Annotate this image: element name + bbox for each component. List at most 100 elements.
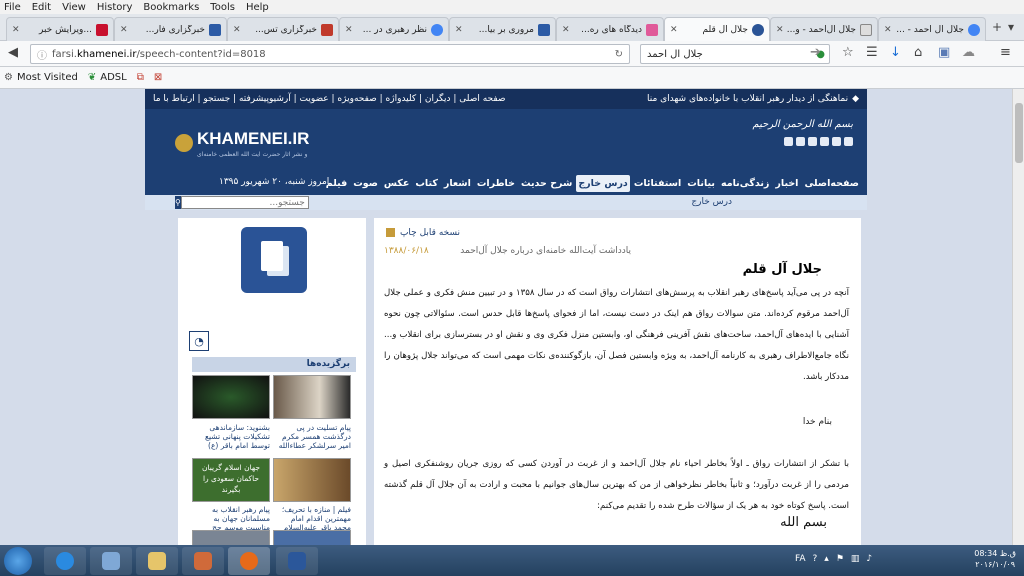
article-date: ۱۳۸۸/۰۶/۱۸ — [384, 246, 429, 256]
nav-news[interactable]: اخبار — [773, 175, 800, 192]
mobile-icon[interactable] — [808, 137, 817, 146]
close-icon[interactable]: ✕ — [776, 25, 784, 35]
tab-1[interactable]: ...ویرایش خبر ✕ — [6, 17, 114, 41]
clock[interactable]: 08:34 ق.ظ ۲۰۱۶/۱۰/۰۹ — [974, 548, 1016, 570]
reload-icon[interactable]: ↻ — [615, 49, 623, 60]
volume-icon[interactable]: ♪ — [866, 554, 872, 564]
document-icon — [241, 227, 307, 293]
featured-caption-3[interactable]: فیلم | منازه با تحریف؛ مهمترین اقدام اما… — [273, 505, 351, 533]
rss-feed-icon[interactable]: ◔ — [189, 331, 209, 351]
close-icon[interactable]: ✕ — [884, 25, 892, 35]
menu-view[interactable]: View — [62, 2, 86, 13]
taskbar-app[interactable] — [182, 547, 224, 575]
tab-6[interactable]: دیدگاه های ره... ✕ — [556, 17, 664, 41]
nav-home[interactable]: صفحه‌اصلی — [802, 175, 861, 192]
nav-photo[interactable]: عکس — [382, 175, 411, 192]
nav-estefta[interactable]: استفتائات — [632, 175, 683, 192]
tab-8[interactable]: جلال آل‌احمد - و... ✕ — [770, 17, 878, 41]
url-bar[interactable]: ⓘ farsi. khamenei.ir/speech-content?id=80… — [30, 44, 630, 64]
nav-hadith[interactable]: شرح حدیث — [519, 175, 574, 192]
taskbar-explorer[interactable] — [136, 547, 178, 575]
flag-icon[interactable]: ⚑ — [836, 554, 844, 564]
menu-bookmarks[interactable]: Bookmarks — [143, 2, 199, 13]
search-box[interactable]: جلال ال احمد ● — [640, 44, 830, 64]
nav-memoirs[interactable]: خاطرات — [475, 175, 517, 192]
start-button[interactable] — [4, 547, 32, 575]
tab-3[interactable]: خبرگزاری تس... ✕ — [227, 17, 339, 41]
close-icon[interactable]: ✕ — [670, 25, 678, 35]
language-indicator[interactable]: FA — [795, 554, 806, 564]
download-icon[interactable]: ↓ — [890, 45, 901, 60]
printer-icon[interactable] — [386, 228, 395, 237]
bookmark-icon-2[interactable]: ⊠ — [154, 72, 162, 83]
taskbar-ie[interactable] — [44, 547, 86, 575]
close-icon[interactable]: ✕ — [120, 25, 128, 35]
featured-caption-2[interactable]: بشنوید: سازماندهی تشکیلات پنهانی تشیع تو… — [192, 423, 270, 451]
menu-hamburger-icon[interactable]: ≡ — [1000, 45, 1011, 60]
rss-icon[interactable] — [820, 137, 829, 146]
taskbar-media[interactable] — [90, 547, 132, 575]
featured-caption-1[interactable]: پیام تسلیت در پی درگذشت همسر مکرم امیر س… — [273, 423, 351, 451]
close-icon[interactable]: ✕ — [12, 25, 20, 35]
tab-5[interactable]: مروری بر بیا... ✕ — [449, 17, 556, 41]
menu-history[interactable]: History — [97, 2, 133, 13]
featured-thumb-3[interactable] — [273, 458, 351, 502]
search-go-icon[interactable]: ➔ — [810, 45, 821, 60]
print-link[interactable]: نسخه قابل چاپ — [400, 228, 460, 238]
nav-film[interactable]: فیلم — [324, 175, 349, 192]
tab-title: خبرگزاری فار... — [145, 24, 205, 35]
network-icon[interactable]: ▥ — [851, 554, 860, 564]
tab-list-icon[interactable]: ▾ — [1008, 20, 1014, 34]
bookmark-star-icon[interactable]: ☆ — [842, 45, 854, 60]
sync-icon[interactable]: ☁ — [962, 45, 975, 60]
back-icon[interactable]: ◀ — [8, 45, 18, 60]
tab-2[interactable]: خبرگزاری فار... ✕ — [114, 17, 227, 41]
taskbar-firefox[interactable] — [228, 547, 270, 575]
site-logo[interactable]: KHAMENEI.IR — [197, 129, 309, 149]
email-icon[interactable] — [796, 137, 805, 146]
featured-thumb-2[interactable] — [192, 375, 270, 419]
menu-tools[interactable]: Tools — [210, 2, 235, 13]
instagram-icon[interactable] — [844, 137, 853, 146]
menu-file[interactable]: File — [4, 2, 21, 13]
featured-thumb-6[interactable] — [192, 530, 270, 545]
tab-9[interactable]: جلال ال احمد - ... ✕ — [878, 17, 986, 41]
share-icon[interactable] — [832, 137, 841, 146]
scroll-thumb[interactable] — [1015, 103, 1023, 163]
header-date: امروز شنبه، ۲۰ شهریور ۱۳۹۵ — [219, 177, 330, 187]
pocket-icon[interactable]: ▣ — [938, 45, 950, 60]
help-icon[interactable]: ? — [813, 554, 818, 564]
nav-books[interactable]: کتاب — [413, 175, 440, 192]
close-icon[interactable]: ✕ — [455, 25, 463, 35]
featured-thumb-1[interactable] — [273, 375, 351, 419]
bookmark-icon-1[interactable]: ⧉ — [137, 72, 144, 83]
menu-edit[interactable]: Edit — [32, 2, 51, 13]
top-notice-link[interactable]: نماهنگی از دیدار رهبر انقلاب با خانواده‌… — [647, 94, 848, 104]
featured-thumb-4[interactable]: جهان اسلام گریبان حاکمان سعودی را بگیرند — [192, 458, 270, 502]
site-search-input[interactable] — [180, 196, 309, 209]
nav-speeches[interactable]: بیانات — [685, 175, 717, 192]
new-tab-icon[interactable]: + — [992, 20, 1002, 34]
nav-biography[interactable]: زندگی‌نامه — [719, 175, 771, 192]
close-icon[interactable]: ✕ — [233, 25, 241, 35]
breadcrumb[interactable]: درس خارج — [691, 197, 732, 207]
top-links[interactable]: صفحه اصلی | دیگران | کلیدواژه | صفحه‌ویژ… — [153, 94, 506, 104]
chevron-up-icon[interactable]: ▴ — [824, 554, 829, 564]
menu-help[interactable]: Help — [246, 2, 269, 13]
nav-poems[interactable]: اشعار — [442, 175, 473, 192]
featured-caption-4[interactable]: پیام رهبر انقلاب به مسلمانان جهان به منا… — [192, 505, 270, 533]
nav-audio[interactable]: صوت — [351, 175, 380, 192]
featured-thumb-5[interactable] — [273, 530, 351, 545]
close-icon[interactable]: ✕ — [345, 25, 353, 35]
bookmark-adsl[interactable]: ❦ ADSL — [88, 72, 127, 83]
nav-dars-kharej[interactable]: درس خارج — [576, 175, 630, 192]
tab-4[interactable]: نظر رهبری در ... ✕ — [339, 17, 449, 41]
tab-7-active[interactable]: جلال آل قلم ✕ — [664, 17, 770, 41]
vertical-scrollbar[interactable] — [1012, 89, 1024, 545]
twitter-icon[interactable] — [784, 137, 793, 146]
taskbar-word[interactable] — [276, 547, 318, 575]
home-icon[interactable]: ⌂ — [914, 45, 922, 60]
bookmark-most-visited[interactable]: ⚙ Most Visited — [4, 72, 78, 83]
bookmarks-list-icon[interactable]: ☰ — [866, 45, 878, 60]
close-icon[interactable]: ✕ — [562, 25, 570, 35]
